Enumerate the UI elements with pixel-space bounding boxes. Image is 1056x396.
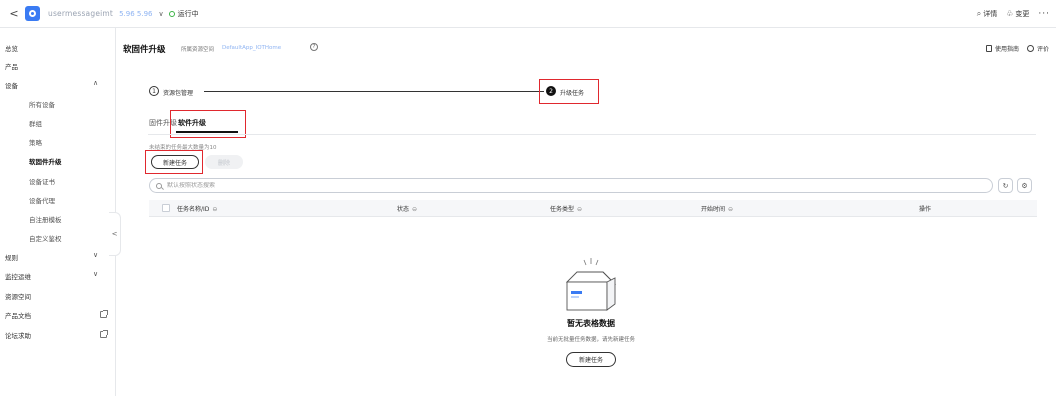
delete-button[interactable]: 删除 (205, 155, 243, 169)
sort-icon[interactable]: ⊖ (728, 206, 733, 213)
sidebar-item-custom-auth[interactable]: 自定义鉴权 (29, 233, 62, 243)
step-2-label[interactable]: 升级任务 (560, 88, 584, 97)
sidebar-item-devices[interactable]: 设备 (5, 80, 18, 90)
sidebar-item-rules[interactable]: 规则 (5, 252, 18, 262)
guide-link[interactable]: 使用指南 (986, 44, 1019, 53)
step-1-label[interactable]: 资源包管理 (163, 88, 193, 97)
column-status[interactable]: 状态 ⊖ (397, 204, 417, 213)
namespace-label: 所属资源空间 (181, 47, 215, 53)
column-actions: 操作 (919, 206, 932, 213)
page-title: 软固件升级 (123, 45, 166, 55)
instance-name[interactable]: usermessageimt (48, 9, 113, 18)
sidebar-item-resource-space[interactable]: 资源空间 (5, 291, 31, 301)
empty-state-title: 暂无表格数据 (567, 319, 615, 328)
table-header (149, 200, 1037, 217)
sidebar-item-all-devices[interactable]: 所有设备 (29, 99, 55, 109)
sidebar-item-forum[interactable]: 论坛求助 (5, 330, 31, 340)
document-icon (986, 45, 992, 52)
sidebar-item-device-certs[interactable]: 设备证书 (29, 176, 55, 186)
sidebar-collapse-button[interactable]: < (109, 212, 121, 256)
change-button[interactable]: ♧ 变更 (1006, 9, 1029, 19)
sidebar-item-ota-upgrade[interactable]: 软固件升级 (29, 156, 62, 166)
status-dot-icon (168, 10, 175, 17)
sidebar-item-self-register[interactable]: 自注册模板 (29, 214, 62, 224)
settings-button[interactable]: ⚙ (1017, 178, 1032, 193)
sidebar-item-docs[interactable]: 产品文档 (5, 310, 31, 320)
step-2-number: 2 (546, 86, 556, 96)
search-box[interactable] (149, 178, 993, 193)
column-label: 任务名称/ID (177, 206, 210, 213)
change-label: 变更 (1015, 10, 1030, 18)
search-input[interactable] (167, 182, 992, 189)
tab-divider (148, 134, 1036, 135)
refresh-icon: ↻ (1002, 181, 1009, 190)
sidebar-item-monitoring[interactable]: 监控运维 (5, 271, 31, 281)
top-bar: < usermessageimt 5.96 5.96 ∨ 运行中 ⌕ 详情 ♧ 变更… (0, 0, 1056, 28)
step-1-number: 1 (149, 86, 159, 96)
empty-box-icon (565, 258, 617, 311)
sidebar-item-policies[interactable]: 策略 (29, 137, 42, 147)
instance-id: 5.96 5.96 (119, 9, 153, 18)
search-icon (156, 182, 162, 189)
app-logo-icon (25, 6, 40, 21)
instance-status: 运行中 (177, 9, 199, 18)
back-button[interactable]: < (5, 7, 23, 20)
filter-icon[interactable]: ⊖ (212, 206, 217, 213)
empty-create-task-button[interactable]: 新建任务 (566, 352, 616, 367)
select-all-checkbox[interactable] (162, 204, 170, 212)
sidebar: 总览 产品 设备 ∧ 所有设备 群组 策略 软固件升级 设备证书 设备代理 自注… (0, 28, 116, 396)
change-icon: ♧ (1006, 9, 1014, 18)
detail-icon: ⌕ (976, 9, 982, 18)
filter-icon[interactable]: ⊖ (412, 206, 417, 213)
help-icon[interactable]: ? (310, 43, 318, 51)
detail-button[interactable]: ⌕ 详情 (977, 9, 997, 19)
guide-label: 使用指南 (995, 46, 1020, 53)
column-label: 状态 (397, 206, 410, 213)
sidebar-item-groups[interactable]: 群组 (29, 118, 42, 128)
chevron-down-icon[interactable]: ∨ (93, 251, 98, 259)
column-task-name[interactable]: 任务名称/ID ⊖ (177, 204, 217, 213)
chevron-up-icon[interactable]: ∧ (93, 79, 98, 87)
namespace-select[interactable]: DefaultApp_IOTHome (222, 45, 281, 51)
gear-icon: ⚙ (1021, 181, 1028, 190)
external-link-icon[interactable] (100, 310, 108, 318)
column-start-time[interactable]: 开始时间 ⊖ (701, 204, 733, 213)
step-connector (204, 91, 544, 92)
more-icon[interactable]: ··· (1038, 9, 1050, 19)
detail-label: 详情 (983, 10, 998, 18)
external-link-icon[interactable] (100, 330, 108, 338)
sidebar-item-products[interactable]: 产品 (5, 61, 18, 71)
column-task-type[interactable]: 任务类型 ⊖ (550, 204, 582, 213)
column-label: 任务类型 (550, 206, 575, 213)
rate-link[interactable]: 评价 (1027, 44, 1049, 53)
sidebar-item-overview[interactable]: 总览 (5, 43, 18, 53)
smile-icon (1027, 45, 1034, 52)
chevron-down-icon[interactable]: ∨ (158, 10, 163, 18)
sidebar-item-device-proxy[interactable]: 设备代理 (29, 195, 55, 205)
filter-icon[interactable]: ⊖ (577, 206, 582, 213)
chevron-down-icon[interactable]: ∨ (93, 270, 98, 278)
empty-state-description: 当前无批量任务数据，请先新建任务 (546, 337, 635, 343)
rate-label: 评价 (1037, 46, 1050, 53)
column-label: 开始时间 (701, 206, 726, 213)
create-task-button[interactable]: 新建任务 (151, 155, 199, 169)
refresh-button[interactable]: ↻ (998, 178, 1013, 193)
